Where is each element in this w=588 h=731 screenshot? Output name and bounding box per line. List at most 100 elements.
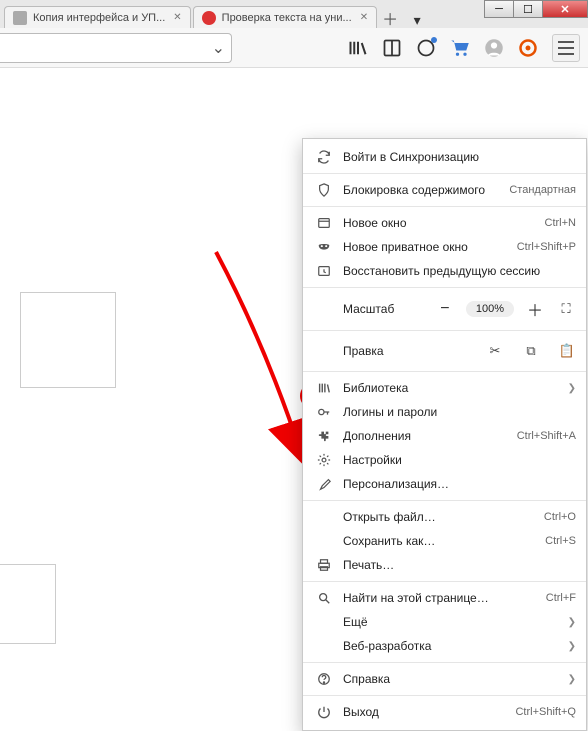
library-icon xyxy=(315,381,333,395)
separator xyxy=(303,371,586,372)
cart-icon[interactable] xyxy=(450,38,470,58)
menu-item-exit[interactable]: Выход Ctrl+Shift+Q xyxy=(303,700,586,724)
menu-item-more[interactable]: Ещё ❯ xyxy=(303,610,586,634)
tab-close-icon[interactable]: ✕ xyxy=(173,12,181,23)
shortcut: Ctrl+Shift+Q xyxy=(515,706,576,718)
print-icon xyxy=(315,558,333,572)
toolbar-icons xyxy=(348,34,588,62)
url-bar[interactable]: ⌄ xyxy=(0,33,232,63)
menu-label: Настройки xyxy=(343,453,576,467)
menu-item-find[interactable]: Найти на этой странице… Ctrl+F xyxy=(303,586,586,610)
fullscreen-button[interactable]: ⛶ xyxy=(556,301,576,317)
favicon-icon xyxy=(13,11,27,25)
tab-2[interactable]: Проверка текста на уни... ✕ xyxy=(193,6,377,28)
thumbnail-placeholder xyxy=(20,292,116,388)
menu-item-help[interactable]: Справка ❯ xyxy=(303,667,586,691)
separator xyxy=(303,662,586,663)
minimize-button[interactable]: ─ xyxy=(484,0,514,18)
chevron-down-icon[interactable]: ⌄ xyxy=(212,38,225,58)
close-button[interactable]: ✕ xyxy=(542,0,588,18)
restore-icon xyxy=(315,264,333,278)
menu-label: Восстановить предыдущую сессию xyxy=(343,264,576,278)
tab-list-button[interactable]: ▾ xyxy=(409,12,425,28)
maximize-button[interactable]: ☐ xyxy=(513,0,543,18)
shortcut: Ctrl+Shift+P xyxy=(517,241,576,253)
menu-label: Сохранить как… xyxy=(343,534,537,548)
separator xyxy=(303,206,586,207)
paste-button[interactable]: 📋 xyxy=(558,343,576,359)
zoom-in-button[interactable]: ＋ xyxy=(524,298,546,320)
profile-icon[interactable] xyxy=(484,38,504,58)
copy-button[interactable]: ⧉ xyxy=(522,343,540,359)
chevron-right-icon: ❯ xyxy=(568,674,576,685)
page-content: Войти в Синхронизацию Блокировка содержи… xyxy=(0,68,588,697)
shortcut: Ctrl+Shift+A xyxy=(517,430,576,442)
zoom-out-button[interactable]: − xyxy=(434,298,456,320)
separator xyxy=(303,330,586,331)
menu-item-open-file[interactable]: Открыть файл… Ctrl+O xyxy=(303,505,586,529)
key-icon xyxy=(315,405,333,419)
window-icon xyxy=(315,216,333,230)
menu-item-sync[interactable]: Войти в Синхронизацию xyxy=(303,145,586,169)
help-icon xyxy=(315,672,333,686)
menu-item-library[interactable]: Библиотека ❯ xyxy=(303,376,586,400)
menu-hint: Стандартная xyxy=(509,184,576,196)
library-icon[interactable] xyxy=(348,38,368,58)
menu-label: Новое приватное окно xyxy=(343,240,509,254)
tab-title: Проверка текста на уни... xyxy=(222,12,352,24)
menu-label: Новое окно xyxy=(343,216,537,230)
menu-label: Правка xyxy=(343,344,486,358)
menu-item-new-private-window[interactable]: Новое приватное окно Ctrl+Shift+P xyxy=(303,235,586,259)
search-icon xyxy=(315,591,333,605)
menu-label: Веб-разработка xyxy=(343,639,560,653)
separator xyxy=(303,287,586,288)
menu-item-print[interactable]: Печать… xyxy=(303,553,586,577)
toolbar: ⌄ xyxy=(0,28,588,68)
menu-item-restore-session[interactable]: Восстановить предыдущую сессию xyxy=(303,259,586,283)
menu-item-web-developer[interactable]: Веб-разработка ❯ xyxy=(303,634,586,658)
menu-item-content-blocking[interactable]: Блокировка содержимого Стандартная xyxy=(303,178,586,202)
menu-item-edit: Правка ✂ ⧉ 📋 xyxy=(303,335,586,367)
menu-item-addons[interactable]: Дополнения Ctrl+Shift+A xyxy=(303,424,586,448)
menu-label: Открыть файл… xyxy=(343,510,536,524)
separator xyxy=(303,173,586,174)
power-icon xyxy=(315,705,333,719)
account-icon[interactable] xyxy=(416,38,436,58)
sync-icon xyxy=(315,150,333,164)
menu-item-logins[interactable]: Логины и пароли xyxy=(303,400,586,424)
chevron-right-icon: ❯ xyxy=(568,383,576,394)
cut-button[interactable]: ✂ xyxy=(486,343,504,359)
shortcut: Ctrl+F xyxy=(546,592,576,604)
shortcut: Ctrl+S xyxy=(545,535,576,547)
tab-close-icon[interactable]: ✕ xyxy=(360,12,368,23)
shortcut: Ctrl+N xyxy=(545,217,576,229)
menu-item-personalize[interactable]: Персонализация… xyxy=(303,472,586,496)
menu-item-settings[interactable]: Настройки xyxy=(303,448,586,472)
brush-icon xyxy=(315,477,333,491)
menu-label: Библиотека xyxy=(343,381,560,395)
hamburger-menu-button[interactable] xyxy=(552,34,580,62)
menu-label: Блокировка содержимого xyxy=(343,183,501,197)
chevron-right-icon: ❯ xyxy=(568,617,576,628)
orange-circle-icon[interactable] xyxy=(518,38,538,58)
menu-label: Логины и пароли xyxy=(343,405,576,419)
new-tab-button[interactable]: ＋ xyxy=(379,8,401,28)
menu-label: Печать… xyxy=(343,558,576,572)
separator xyxy=(303,500,586,501)
reader-view-icon[interactable] xyxy=(382,38,402,58)
menu-item-save-as[interactable]: Сохранить как… Ctrl+S xyxy=(303,529,586,553)
shortcut: Ctrl+O xyxy=(544,511,576,523)
zoom-value[interactable]: 100% xyxy=(466,301,514,317)
tab-1[interactable]: Копия интерфейса и УП... ✕ xyxy=(4,6,191,28)
tab-title: Копия интерфейса и УП... xyxy=(33,12,165,24)
favicon-icon xyxy=(202,11,216,25)
menu-label: Ещё xyxy=(343,615,560,629)
app-menu: Войти в Синхронизацию Блокировка содержи… xyxy=(302,138,587,731)
menu-label: Дополнения xyxy=(343,429,509,443)
menu-label: Персонализация… xyxy=(343,477,576,491)
menu-item-new-window[interactable]: Новое окно Ctrl+N xyxy=(303,211,586,235)
chevron-right-icon: ❯ xyxy=(568,641,576,652)
menu-label: Масштаб xyxy=(343,302,434,316)
shield-icon xyxy=(315,183,333,197)
separator xyxy=(303,695,586,696)
